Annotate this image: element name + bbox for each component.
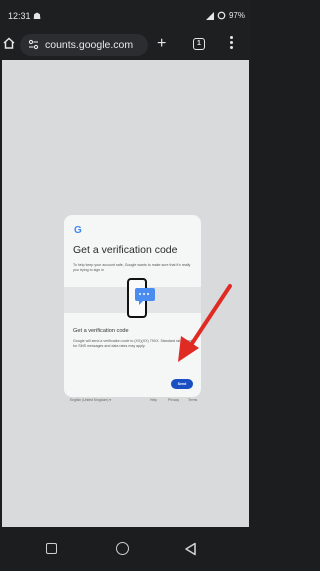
google-logo: G [74,225,82,236]
address-bar[interactable]: counts.google.com [20,34,148,56]
terms-link[interactable]: Terms [188,398,197,402]
home-icon[interactable] [2,36,16,50]
verification-card: G Get a verification code To help keep y… [64,215,201,397]
status-bar: 12:31 ☗ 97% [0,0,251,30]
language-selector[interactable]: English (United Kingdom) ▾ [70,398,111,402]
status-time: 12:31 [8,11,31,21]
url-text[interactable]: counts.google.com [45,39,133,51]
new-tab-icon[interactable]: + [157,36,166,52]
more-menu-icon[interactable] [230,36,234,52]
back-button[interactable] [184,542,197,556]
tabs-icon[interactable]: 1 [193,38,205,50]
section-heading: Get a verification code [73,328,129,334]
send-button[interactable]: Send [171,379,193,389]
home-button[interactable] [116,542,129,555]
signal-icon [205,11,214,20]
web-content: G Get a verification code To help keep y… [2,60,249,527]
alarm-icon [217,11,226,20]
privacy-link[interactable]: Privacy [168,398,179,402]
notification-icon: ☗ [33,11,42,21]
site-settings-icon[interactable] [28,39,39,50]
message-bubble-icon [135,288,155,305]
help-link[interactable]: Help [150,398,157,402]
browser-toolbar: counts.google.com + 1 [0,30,251,60]
sms-note: Google will send a verification code to … [73,339,194,348]
system-nav-bar [0,527,251,571]
page-title: Get a verification code [73,244,178,256]
battery-percentage: 97% [228,11,245,20]
page-description: To help keep your account safe, Google w… [73,263,191,272]
status-icons: 97% [205,11,245,20]
recents-button[interactable] [46,543,57,554]
